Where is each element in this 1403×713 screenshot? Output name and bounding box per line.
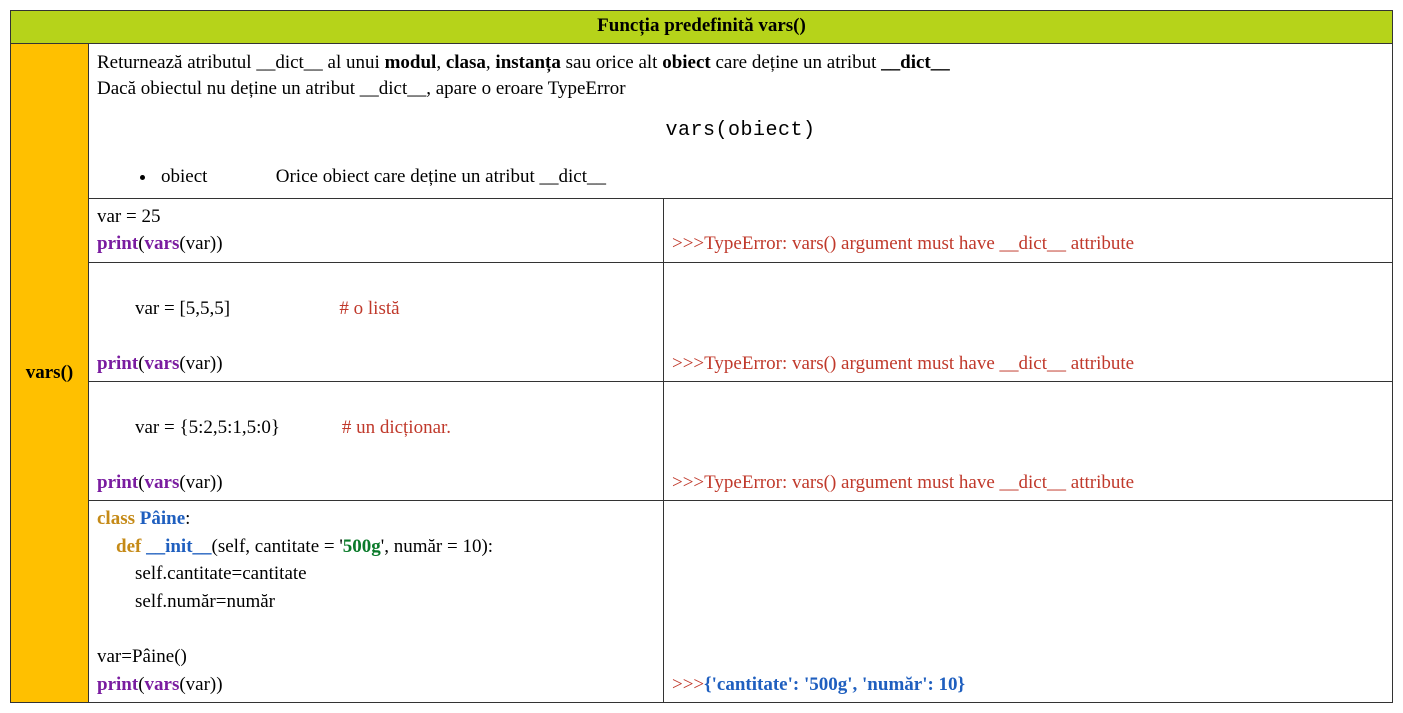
- t: [97, 591, 135, 612]
- code-line: print(vars(var)): [97, 350, 655, 378]
- t: self.număr=număr: [135, 591, 275, 612]
- description-cell: Returnează atributul __dict__ al unui mo…: [89, 44, 1393, 199]
- kw: class: [97, 508, 140, 529]
- comment: # o listă: [339, 298, 399, 319]
- example-row: class Pâine: def __init__(self, cantitat…: [11, 501, 1393, 703]
- code-line: [97, 616, 655, 644]
- param-item: obiect Orice obiect care deține un atrib…: [157, 164, 1384, 190]
- t: obiect: [662, 52, 711, 73]
- t: sau orice alt: [561, 52, 662, 73]
- t: (self, cantitate = ': [212, 536, 343, 557]
- side-label: vars(): [26, 362, 73, 383]
- output-cell: >>>{'cantitate': '500g', 'număr': 10}: [664, 501, 1393, 703]
- t: (var)): [179, 674, 222, 695]
- output-cell: >>>TypeError: vars() argument must have …: [664, 263, 1393, 382]
- t: (var)): [179, 472, 222, 493]
- code-line: class Pâine:: [97, 505, 655, 533]
- t: (var)): [179, 353, 222, 374]
- t: [230, 298, 339, 319]
- t: __dict__: [881, 52, 950, 73]
- table-header: Funcția predefinită vars(): [11, 11, 1393, 44]
- code-line: print(vars(var)): [97, 469, 655, 497]
- kw: print: [97, 674, 138, 695]
- example-row: var = {5:2,5:1,5:0} # un dicționar. prin…: [11, 382, 1393, 501]
- error-output: TypeError: vars() argument must have __d…: [704, 353, 1134, 374]
- output-cell: >>>TypeError: vars() argument must have …: [664, 382, 1393, 501]
- t: var = [5,5,5]: [135, 298, 230, 319]
- doc-table: Funcția predefinită vars() vars() Return…: [10, 10, 1393, 703]
- kw: print: [97, 233, 138, 254]
- kw: def: [116, 536, 146, 557]
- t: ,: [486, 52, 496, 73]
- code-line: var = [5,5,5] # o listă: [97, 267, 655, 350]
- code-cell: class Pâine: def __init__(self, cantitat…: [89, 501, 664, 703]
- success-output: {'cantitate': '500g', 'număr': 10}: [704, 674, 965, 695]
- signature: vars(obiect): [97, 101, 1384, 158]
- t: self.cantitate=cantitate: [135, 563, 307, 584]
- class-name: Pâine: [140, 508, 185, 529]
- code-cell: var = 25 print(vars(var)): [89, 198, 664, 262]
- kw: print: [97, 353, 138, 374]
- code-cell: var = {5:2,5:1,5:0} # un dicționar. prin…: [89, 382, 664, 501]
- code-line: var = 25: [97, 203, 655, 231]
- kw: print: [97, 472, 138, 493]
- code-line: var=Pâine(): [97, 643, 655, 671]
- code-cell: var = [5,5,5] # o listă print(vars(var)): [89, 263, 664, 382]
- kw: vars: [145, 472, 180, 493]
- prompt: >>>: [672, 674, 704, 695]
- desc-line1: Returnează atributul __dict__ al unui mo…: [97, 50, 1384, 76]
- prompt: >>>: [672, 353, 704, 374]
- t: [280, 417, 342, 438]
- t: ,: [436, 52, 446, 73]
- code-line: print(vars(var)): [97, 230, 655, 258]
- side-label-cell: vars(): [11, 44, 89, 703]
- t: :: [185, 508, 190, 529]
- param-list: obiect Orice obiect care deține un atrib…: [97, 164, 1384, 190]
- code-line: self.număr=număr: [97, 588, 655, 616]
- code-line: var = {5:2,5:1,5:0} # un dicționar.: [97, 386, 655, 469]
- prompt: >>>: [672, 233, 704, 254]
- dunder: __init__: [146, 536, 211, 557]
- t: ', număr = 10):: [381, 536, 493, 557]
- t: instanța: [495, 52, 560, 73]
- string-literal: 500g: [343, 536, 381, 557]
- header-title: Funcția predefinită vars(): [597, 15, 806, 36]
- t: modul: [385, 52, 437, 73]
- code-line: self.cantitate=cantitate: [97, 560, 655, 588]
- code-line: def __init__(self, cantitate = '500g', n…: [97, 533, 655, 561]
- code-line: print(vars(var)): [97, 671, 655, 699]
- kw: vars: [145, 674, 180, 695]
- example-row: var = [5,5,5] # o listă print(vars(var))…: [11, 263, 1393, 382]
- t: Returnează atributul __dict__ al unui: [97, 52, 385, 73]
- prompt: >>>: [672, 472, 704, 493]
- output-cell: >>>TypeError: vars() argument must have …: [664, 198, 1393, 262]
- t: [97, 563, 135, 584]
- desc-line2: Dacă obiectul nu deține un atribut __dic…: [97, 76, 1384, 102]
- t: (var)): [179, 233, 222, 254]
- kw: vars: [145, 233, 180, 254]
- example-row: var = 25 print(vars(var)) >>>TypeError: …: [11, 198, 1393, 262]
- t: var = {5:2,5:1,5:0}: [135, 417, 280, 438]
- param-name: obiect: [161, 164, 271, 190]
- t: clasa: [446, 52, 486, 73]
- error-output: TypeError: vars() argument must have __d…: [704, 233, 1134, 254]
- kw: vars: [145, 353, 180, 374]
- error-output: TypeError: vars() argument must have __d…: [704, 472, 1134, 493]
- param-desc: Orice obiect care deține un atribut __di…: [276, 166, 606, 187]
- t: care deține un atribut: [711, 52, 881, 73]
- comment: # un dicționar.: [342, 417, 451, 438]
- t: [97, 536, 116, 557]
